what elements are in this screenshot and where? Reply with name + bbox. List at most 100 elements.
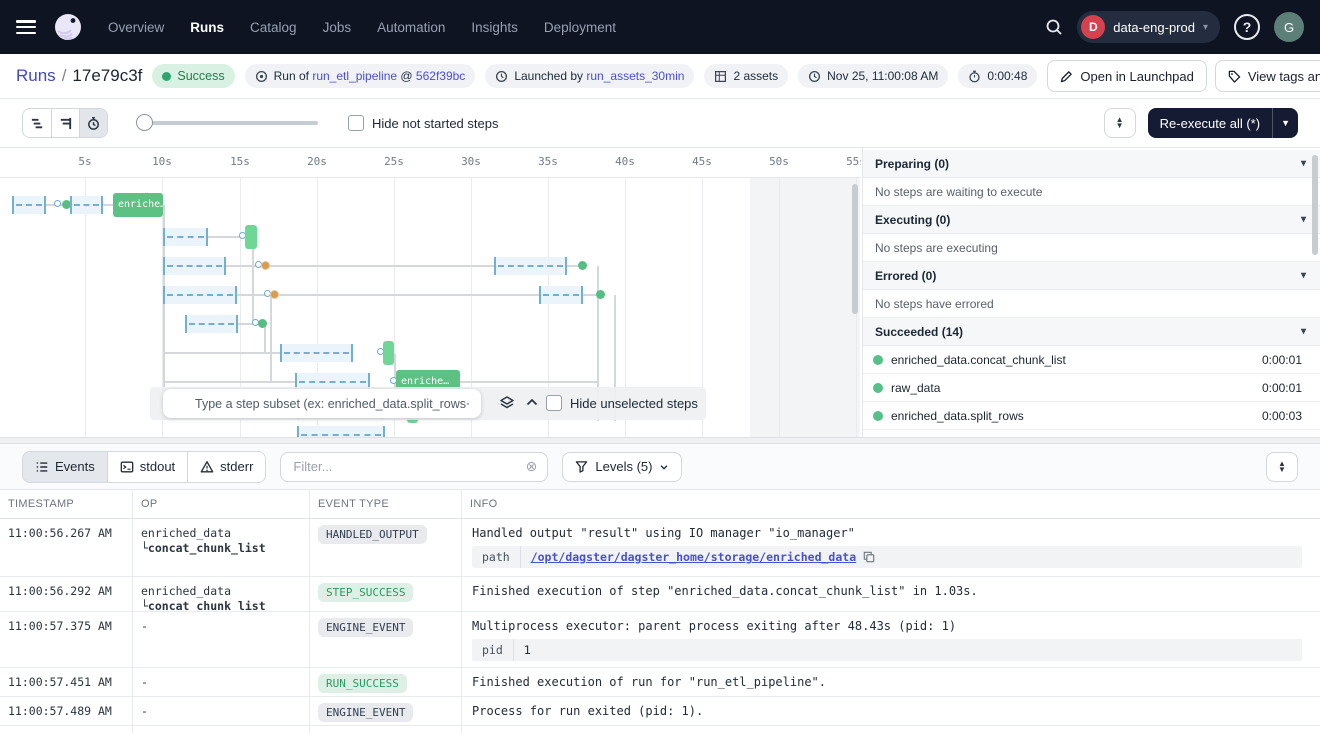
event-type-badge[interactable]: HANDLED_OUTPUT [318,525,427,544]
run-tag-link[interactable]: run_etl_pipeline [312,69,397,83]
event-type-badge[interactable]: ENGINE_EVENT [318,618,413,637]
section-header-preparing-0-[interactable]: Preparing (0)▾ [863,150,1320,178]
section-header-succeeded-14-[interactable]: Succeeded (14)▾ [863,318,1320,346]
hide-unselected-checkbox[interactable] [546,395,562,411]
hide-unselected-label[interactable]: Hide unselected steps [570,396,698,411]
sidebar-scrollbar[interactable] [1312,155,1318,255]
nav-item-jobs[interactable]: Jobs [323,20,352,35]
chevron-up-icon[interactable] [526,398,538,406]
hide-not-started-checkbox[interactable] [348,115,364,131]
step-row[interactable]: raw_data0:00:01 [863,374,1320,402]
step-waiting-box[interactable] [163,286,237,304]
view-tags-config-button[interactable]: View tags and config [1215,60,1320,92]
step-row[interactable]: enriched_data.split_rows0:00:03 [863,402,1320,430]
event-type-badge[interactable]: RUN_SUCCESS [318,674,407,693]
header-actions: Open in Launchpad View tags and config [1047,60,1320,92]
nav-right: D data-eng-prod ▾ ? G [1045,11,1304,43]
col-op: OP [133,490,310,518]
event-type-badge[interactable]: STEP_SUCCESS [318,583,413,602]
gantt-scrollbar[interactable] [852,184,858,314]
step-subset-input[interactable] [193,396,471,412]
step-waiting-box[interactable] [494,257,567,275]
dagster-logo[interactable] [52,11,84,43]
tab-stderr[interactable]: stderr [187,452,265,482]
chevron-down-icon [659,462,669,472]
tab-events[interactable]: Events [23,452,107,482]
tab-stdout[interactable]: stdout [107,452,187,482]
step-waiting-box[interactable] [280,344,353,362]
search-icon[interactable] [1045,18,1063,36]
run-tag-link[interactable]: run_assets_30min [586,69,684,83]
hamburger-icon[interactable] [16,20,36,34]
success-dot-icon [873,411,883,421]
step-success-bar[interactable] [383,341,394,365]
run-tag[interactable]: Launched by run_assets_30min [485,64,694,88]
log-tabs: Events stdout stderr [22,451,266,483]
waterfall-mode-icon[interactable] [23,109,51,137]
event-type-badge[interactable]: ENGINE_EVENT [318,703,413,722]
step-waiting-box[interactable] [12,196,46,214]
panel-splitter[interactable] [0,437,1320,444]
run-tag[interactable]: 2 assets [704,64,788,88]
nav-item-runs[interactable]: Runs [190,20,224,35]
run-tag[interactable]: 0:00:48 [958,64,1037,88]
step-row[interactable]: enriched_data.process_chunk[1]0:00:04 [863,430,1320,437]
step-waiting-box[interactable] [297,426,385,437]
help-icon[interactable]: ? [1234,14,1260,40]
section-header-executing-0-[interactable]: Executing (0)▾ [863,206,1320,234]
nav-item-overview[interactable]: Overview [108,20,164,35]
log-filter-input[interactable] [291,458,525,475]
avatar[interactable]: G [1274,12,1304,42]
clear-filter-icon[interactable]: ⊗ [526,458,538,475]
terminal-icon [120,460,134,474]
tab-label: stdout [140,459,175,474]
step-waiting-box[interactable] [539,286,583,304]
gantt-mode-group [22,108,108,138]
target-icon [255,70,268,83]
timed-mode-icon[interactable] [79,109,107,137]
nav-item-deployment[interactable]: Deployment [544,20,616,35]
open-in-launchpad-button[interactable]: Open in Launchpad [1047,60,1206,92]
expand-collapse-button[interactable]: ▲▼ [1104,108,1136,138]
step-subset-input-wrap[interactable] [163,389,481,418]
workspace-switcher[interactable]: D data-eng-prod ▾ [1077,11,1220,43]
run-tag[interactable]: Run of run_etl_pipeline @ 562f39bc [245,64,476,88]
gantt-zoom-slider[interactable] [136,114,318,132]
flat-mode-icon[interactable] [51,109,79,137]
chevron-down-icon[interactable]: ▼ [1272,108,1298,138]
hide-not-started-label[interactable]: Hide not started steps [372,116,498,131]
gantt-filter-overlay: Hide unselected steps [150,387,706,420]
step-waiting-box[interactable] [185,315,238,333]
dependency-line [252,237,254,323]
step-waiting-box[interactable] [163,257,226,275]
copy-icon[interactable] [863,551,875,563]
step-success-bar[interactable]: enriche… [113,193,163,217]
metadata-path-link[interactable]: /opt/dagster/dagster_home/storage/enrich… [531,550,856,564]
axis-tick: 25s [384,155,404,168]
nav-item-catalog[interactable]: Catalog [250,20,297,35]
step-skipped-dot [261,261,270,270]
run-tag-link[interactable]: 562f39bc [416,69,465,83]
nav-item-automation[interactable]: Automation [377,20,445,35]
nav-links: Overview Runs Catalog Jobs Automation Insight… [108,20,616,35]
layers-icon[interactable] [499,395,515,411]
event-type-cell: ENGINE_EVENT [310,697,462,725]
top-navigation: Overview Runs Catalog Jobs Automation Insight… [0,0,1320,54]
levels-dropdown[interactable]: Levels (5) [562,452,682,482]
slider-handle[interactable] [136,114,153,131]
re-execute-button[interactable]: Re-execute all (*) ▼ [1148,108,1298,138]
run-tag[interactable]: Nov 25, 11:00:08 AM [798,64,948,88]
step-row[interactable]: enriched_data.concat_chunk_list0:00:01 [863,346,1320,374]
step-waiting-box[interactable] [163,228,208,246]
axis-tick: 30s [461,155,481,168]
breadcrumb-runs-link[interactable]: Runs [16,66,56,86]
section-header-errored-0-[interactable]: Errored (0)▾ [863,262,1320,290]
nav-item-insights[interactable]: Insights [471,20,518,35]
gantt-chart[interactable]: enriche…enriche… Hide unselected steps [0,178,861,437]
step-success-bar[interactable] [245,225,257,249]
step-waiting-box[interactable] [70,196,103,214]
scroll-to-top-bottom-button[interactable]: ▲▼ [1266,452,1298,482]
run-tag-text: Nov 25, 11:00:08 AM [827,69,938,83]
timer-icon [968,70,981,83]
section-title: Errored (0) [875,269,936,283]
